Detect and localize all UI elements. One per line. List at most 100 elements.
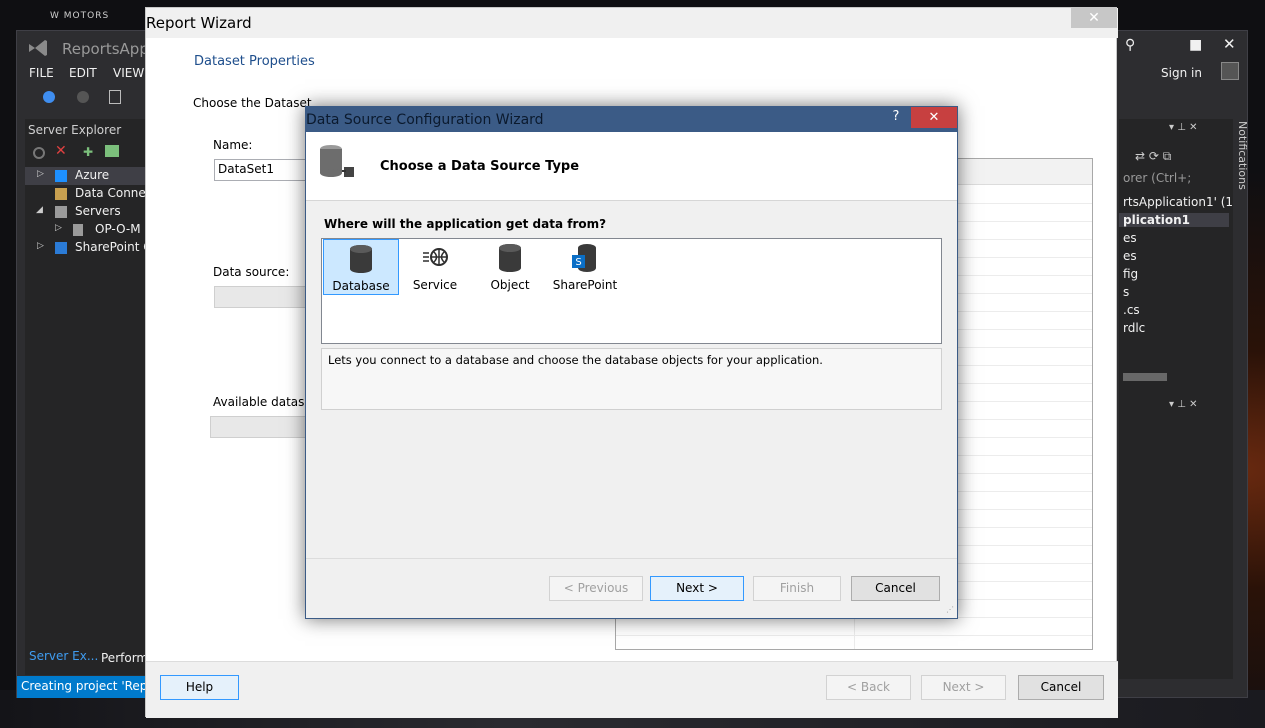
page-title: Dataset Properties: [194, 54, 315, 69]
close-icon[interactable]: ✕: [911, 107, 957, 128]
back-icon[interactable]: [43, 91, 55, 103]
solution-item-selected[interactable]: plication1: [1119, 213, 1229, 227]
object-icon: [499, 244, 521, 272]
expand-arrow-icon[interactable]: ▷: [37, 241, 44, 251]
solution-item[interactable]: fig: [1123, 267, 1138, 281]
tree-item-servers[interactable]: ◢ Servers: [25, 203, 155, 221]
tree-item-azure[interactable]: ▷ Azure: [25, 167, 155, 185]
tree-label: OP-O-M: [95, 222, 141, 236]
new-project-icon[interactable]: [109, 90, 121, 104]
solution-search-box[interactable]: orer (Ctrl+;: [1123, 171, 1191, 185]
maximize-icon[interactable]: ■: [1189, 37, 1202, 53]
database-icon: [350, 245, 372, 273]
solution-item[interactable]: .cs: [1123, 303, 1140, 317]
choice-label: SharePoint: [552, 278, 618, 292]
pin-icon[interactable]: ▾ ⊥ ✕: [1169, 399, 1197, 410]
expand-arrow-icon[interactable]: ▷: [37, 169, 44, 179]
tree-item-sharepoint[interactable]: ▷ SharePoint C: [25, 239, 155, 257]
previous-button[interactable]: < Previous: [549, 576, 643, 601]
data-connections-icon: [55, 188, 67, 200]
next-button[interactable]: Next >: [650, 576, 744, 601]
choice-sharepoint[interactable]: S SharePoint: [548, 239, 624, 295]
sync-icon[interactable]: ⇄ ⟳ ⧉: [1135, 149, 1171, 164]
choice-database[interactable]: Database: [323, 239, 399, 295]
close-icon[interactable]: ✕: [1223, 35, 1236, 53]
server-explorer-header: Server Explorer: [28, 123, 122, 137]
solution-item[interactable]: rtsApplication1' (1: [1123, 195, 1233, 209]
search-icon[interactable]: ⚲: [1125, 37, 1135, 53]
menu-file[interactable]: FILE: [29, 66, 54, 80]
horizontal-scrollbar[interactable]: [1123, 373, 1167, 381]
solution-item[interactable]: rdlc: [1123, 321, 1145, 335]
choose-dataset-label: Choose the Dataset: [193, 96, 312, 110]
tree-label: Azure: [75, 168, 110, 182]
refresh-icon[interactable]: [33, 147, 45, 159]
help-icon[interactable]: ?: [886, 109, 906, 127]
next-button[interactable]: Next >: [921, 675, 1006, 700]
available-datasets-label: Available datase: [213, 395, 312, 409]
menu-edit[interactable]: EDIT: [69, 66, 97, 80]
vs-logo-icon: [29, 40, 47, 56]
servers-icon: [55, 206, 67, 218]
data-source-wizard-dialog: Data Source Configuration Wizard ? ✕ Cho…: [305, 106, 958, 619]
sharepoint-icon: [55, 242, 67, 254]
report-wizard-titlebar: [146, 8, 1118, 38]
name-label: Name:: [213, 138, 253, 152]
tree-item-server-node[interactable]: ▷ OP-O-M: [25, 221, 155, 239]
tree-label: SharePoint C: [75, 240, 152, 254]
cancel-button[interactable]: Cancel: [1018, 675, 1104, 700]
sign-in-link[interactable]: Sign in: [1161, 66, 1202, 80]
available-datasets-dropdown[interactable]: [210, 416, 306, 438]
dsw-header-title: Choose a Data Source Type: [380, 159, 580, 174]
server-explorer-panel: Server Explorer ✕ ✚ ▷ Azure Data Conne ◢…: [25, 119, 155, 675]
data-source-type-list[interactable]: Database Service Object S SharePoint: [321, 238, 942, 344]
divider: [306, 558, 957, 559]
pin-icon[interactable]: ▾ ⊥ ✕: [1169, 122, 1197, 133]
server-icon: [73, 224, 83, 236]
brand-logo-text: W MOTORS: [50, 11, 110, 21]
menu-view[interactable]: VIEW: [113, 66, 144, 80]
resize-grip-icon[interactable]: ⋰: [946, 605, 954, 614]
tab-performance[interactable]: Perform: [101, 651, 148, 665]
close-icon[interactable]: ✕: [1071, 8, 1117, 28]
tree-label: Data Conne: [75, 186, 146, 200]
dsw-title: Data Source Configuration Wizard: [306, 112, 544, 128]
help-button[interactable]: Help: [160, 675, 239, 700]
svg-text:S: S: [575, 257, 581, 268]
choice-label: Database: [332, 279, 390, 293]
name-field[interactable]: DataSet1: [214, 159, 306, 181]
sharepoint-icon: S: [572, 244, 596, 272]
expand-arrow-icon[interactable]: ▷: [55, 223, 62, 233]
data-source-dropdown[interactable]: [214, 286, 306, 308]
azure-icon: [55, 170, 67, 182]
data-source-label: Data source:: [213, 265, 290, 279]
choice-service[interactable]: Service: [398, 239, 474, 295]
data-source-question: Where will the application get data from…: [324, 217, 607, 231]
notifications-tab[interactable]: Notifications: [1235, 121, 1249, 190]
tree-item-data-connections[interactable]: Data Conne: [25, 185, 155, 203]
forward-icon[interactable]: [77, 91, 89, 103]
description-box: Lets you connect to a database and choos…: [321, 348, 942, 410]
solution-item[interactable]: es: [1123, 249, 1137, 263]
tree-label: Servers: [75, 204, 121, 218]
back-button[interactable]: < Back: [826, 675, 911, 700]
cancel-button[interactable]: Cancel: [851, 576, 940, 601]
choice-label: Service: [412, 278, 458, 292]
vs-title: ReportsApp: [62, 40, 149, 58]
solution-explorer-panel: ▾ ⊥ ✕ ⇄ ⟳ ⧉ orer (Ctrl+; rtsApplication1…: [1119, 119, 1233, 679]
finish-button[interactable]: Finish: [753, 576, 841, 601]
tab-server-explorer[interactable]: Server Ex...: [29, 649, 98, 663]
choice-object[interactable]: Object: [473, 239, 549, 295]
service-icon: [423, 248, 448, 266]
collapse-arrow-icon[interactable]: ◢: [36, 205, 43, 215]
connect-database-icon[interactable]: [105, 145, 119, 157]
delete-icon[interactable]: ✕: [55, 143, 67, 159]
report-wizard-title: Report Wizard: [146, 14, 252, 32]
status-bar-text: Creating project 'Repor: [17, 676, 147, 698]
solution-item[interactable]: es: [1123, 231, 1137, 245]
avatar-icon[interactable]: [1221, 62, 1239, 80]
solution-item[interactable]: s: [1123, 285, 1129, 299]
database-wizard-icon: [320, 145, 354, 177]
connect-server-icon[interactable]: ✚: [83, 145, 93, 159]
choice-label: Object: [490, 278, 530, 292]
